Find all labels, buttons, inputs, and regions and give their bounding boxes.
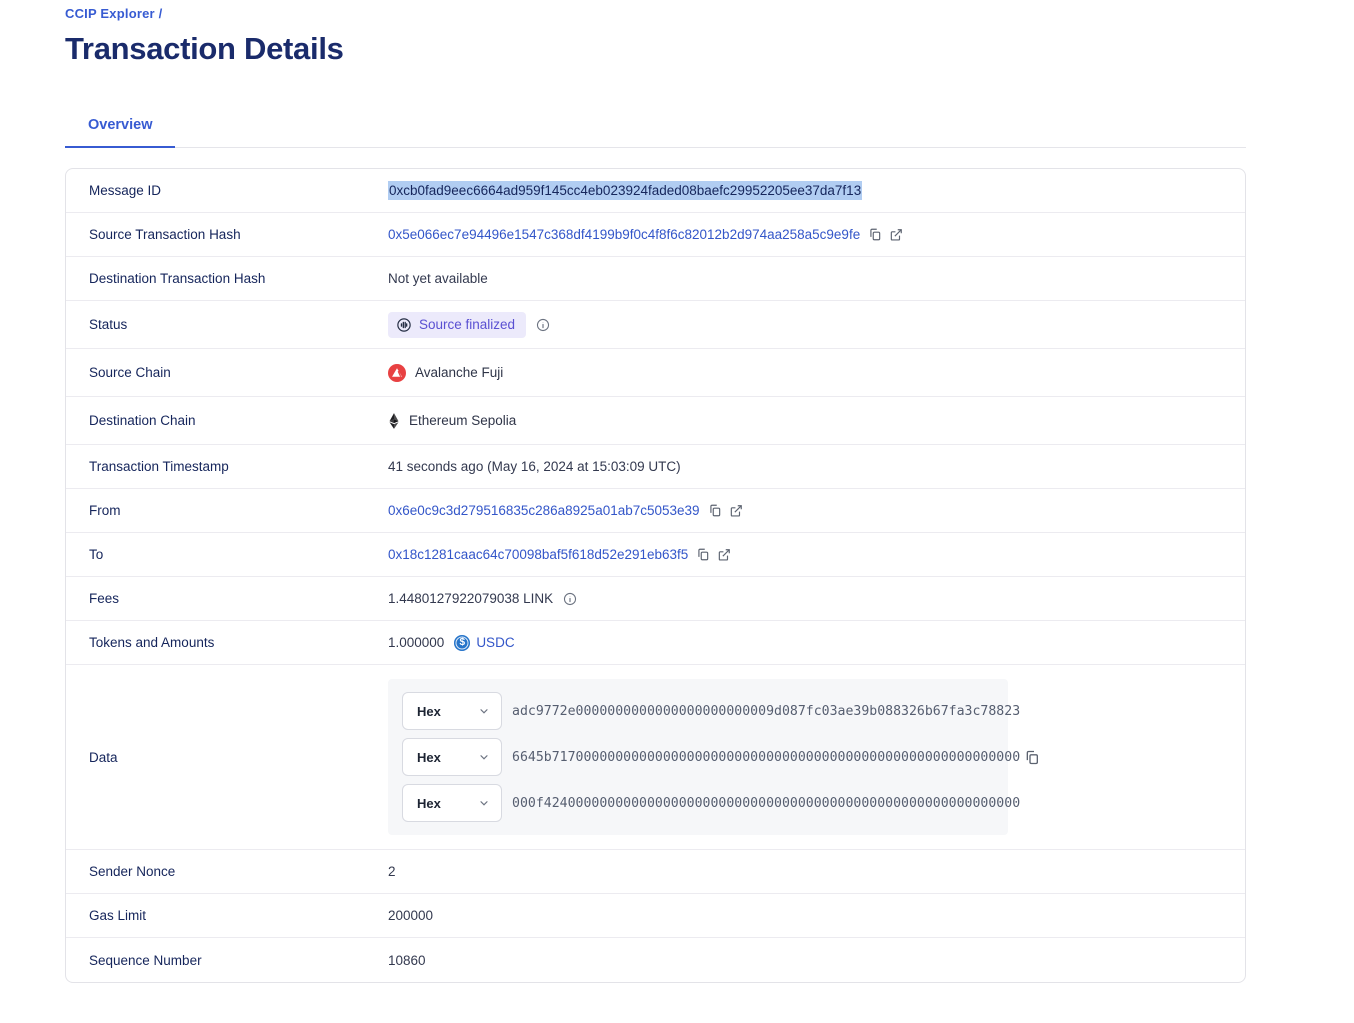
dest-chain-name: Ethereum Sepolia bbox=[409, 413, 516, 428]
fees-info-icon[interactable] bbox=[563, 592, 577, 606]
dest-tx-hash-label: Destination Transaction Hash bbox=[66, 271, 388, 286]
source-chain-label: Source Chain bbox=[66, 365, 388, 380]
row-message-id: Message ID 0xcb0fad9eec6664ad959f145cc4e… bbox=[66, 169, 1245, 213]
breadcrumb-ccip-explorer-link[interactable]: CCIP Explorer bbox=[65, 6, 155, 21]
row-source-chain: Source Chain Avalanche Fuji bbox=[66, 349, 1245, 397]
row-status: Status Source finalized bbox=[66, 301, 1245, 349]
row-dest-tx-hash: Destination Transaction Hash Not yet ava… bbox=[66, 257, 1245, 301]
usdc-icon: $ bbox=[454, 635, 470, 651]
gas-limit-value: 200000 bbox=[388, 908, 433, 923]
data-hex-line: 000f424000000000000000000000000000000000… bbox=[512, 796, 1020, 811]
sequence-number-value: 10860 bbox=[388, 953, 426, 968]
copy-icon[interactable] bbox=[868, 227, 882, 242]
to-label: To bbox=[66, 547, 388, 562]
breadcrumb: CCIP Explorer / bbox=[65, 6, 1246, 21]
fees-value: 1.4480127922079038 LINK bbox=[388, 591, 553, 606]
external-link-icon[interactable] bbox=[717, 548, 731, 562]
status-waves-icon bbox=[396, 317, 412, 333]
tab-bar: Overview bbox=[65, 107, 1246, 148]
row-tokens: Tokens and Amounts 1.000000 $ USDC bbox=[66, 621, 1245, 665]
row-to: To 0x18c1281caac64c70098baf5f618d52e291e… bbox=[66, 533, 1245, 577]
chevron-down-icon bbox=[478, 705, 490, 717]
avalanche-icon bbox=[388, 364, 406, 382]
status-label: Status bbox=[66, 317, 388, 332]
source-tx-hash-label: Source Transaction Hash bbox=[66, 227, 388, 242]
row-fees: Fees 1.4480127922079038 LINK bbox=[66, 577, 1245, 621]
fees-label: Fees bbox=[66, 591, 388, 606]
dest-chain-label: Destination Chain bbox=[66, 413, 388, 428]
tokens-label: Tokens and Amounts bbox=[66, 635, 388, 650]
data-hex-line: 6645b71700000000000000000000000000000000… bbox=[512, 750, 1020, 765]
message-id-value: 0xcb0fad9eec6664ad959f145cc4eb023924fade… bbox=[388, 181, 862, 200]
sender-nonce-label: Sender Nonce bbox=[66, 864, 388, 879]
source-chain-name: Avalanche Fuji bbox=[415, 365, 503, 380]
hex-format-select[interactable]: Hex bbox=[402, 738, 502, 776]
timestamp-label: Transaction Timestamp bbox=[66, 459, 388, 474]
transaction-details-page: CCIP Explorer / Transaction Details Over… bbox=[0, 0, 1354, 1023]
to-address-link[interactable]: 0x18c1281caac64c70098baf5f618d52e291eb63… bbox=[388, 547, 688, 562]
chevron-down-icon bbox=[478, 797, 490, 809]
copy-icon[interactable] bbox=[696, 547, 710, 562]
from-label: From bbox=[66, 503, 388, 518]
from-address-link[interactable]: 0x6e0c9c3d279516835c286a8925a01ab7c5053e… bbox=[388, 503, 700, 518]
token-amount: 1.000000 bbox=[388, 635, 444, 650]
breadcrumb-separator: / bbox=[159, 6, 163, 21]
external-link-icon[interactable] bbox=[889, 228, 903, 242]
row-from: From 0x6e0c9c3d279516835c286a8925a01ab7c… bbox=[66, 489, 1245, 533]
timestamp-value: 41 seconds ago (May 16, 2024 at 15:03:09… bbox=[388, 459, 681, 474]
row-sequence-number: Sequence Number 10860 bbox=[66, 938, 1245, 982]
hex-select-value: Hex bbox=[417, 750, 441, 765]
hex-format-select[interactable]: Hex bbox=[402, 784, 502, 822]
dest-tx-hash-value: Not yet available bbox=[388, 271, 488, 286]
gas-limit-label: Gas Limit bbox=[66, 908, 388, 923]
external-link-icon[interactable] bbox=[729, 504, 743, 518]
row-gas-limit: Gas Limit 200000 bbox=[66, 894, 1245, 938]
tab-overview[interactable]: Overview bbox=[65, 107, 175, 148]
row-source-tx-hash: Source Transaction Hash 0x5e066ec7e94496… bbox=[66, 213, 1245, 257]
chevron-down-icon bbox=[478, 751, 490, 763]
copy-icon[interactable] bbox=[708, 503, 722, 518]
page-title: Transaction Details bbox=[65, 31, 1246, 67]
data-line: Hex adc9772e0000000000000000000000009d08… bbox=[402, 692, 994, 730]
sender-nonce-value: 2 bbox=[388, 864, 396, 879]
hex-select-value: Hex bbox=[417, 704, 441, 719]
ethereum-icon bbox=[388, 412, 400, 430]
hex-format-select[interactable]: Hex bbox=[402, 692, 502, 730]
data-panel: Hex adc9772e0000000000000000000000009d08… bbox=[388, 679, 1008, 835]
message-id-label: Message ID bbox=[66, 183, 388, 198]
row-timestamp: Transaction Timestamp 41 seconds ago (Ma… bbox=[66, 445, 1245, 489]
hex-select-value: Hex bbox=[417, 796, 441, 811]
data-label: Data bbox=[66, 750, 388, 765]
row-sender-nonce: Sender Nonce 2 bbox=[66, 850, 1245, 894]
data-hex-line: adc9772e0000000000000000000000009d087fc0… bbox=[512, 704, 1020, 719]
source-tx-hash-link[interactable]: 0x5e066ec7e94496e1547c368df4199b9f0c4f8f… bbox=[388, 227, 860, 242]
copy-icon[interactable] bbox=[1024, 749, 1040, 766]
status-badge: Source finalized bbox=[388, 312, 526, 338]
data-line: Hex 000f42400000000000000000000000000000… bbox=[402, 784, 994, 822]
transaction-details-card: Message ID 0xcb0fad9eec6664ad959f145cc4e… bbox=[65, 168, 1246, 983]
row-data: Data Hex adc9772e00000000000000000000000… bbox=[66, 665, 1245, 850]
data-line: Hex 6645b7170000000000000000000000000000… bbox=[402, 738, 994, 776]
status-badge-text: Source finalized bbox=[419, 317, 515, 332]
status-info-icon[interactable] bbox=[536, 318, 550, 332]
sequence-number-label: Sequence Number bbox=[66, 953, 388, 968]
row-dest-chain: Destination Chain Ethereum Sepolia bbox=[66, 397, 1245, 445]
token-usdc-link[interactable]: USDC bbox=[476, 635, 514, 650]
